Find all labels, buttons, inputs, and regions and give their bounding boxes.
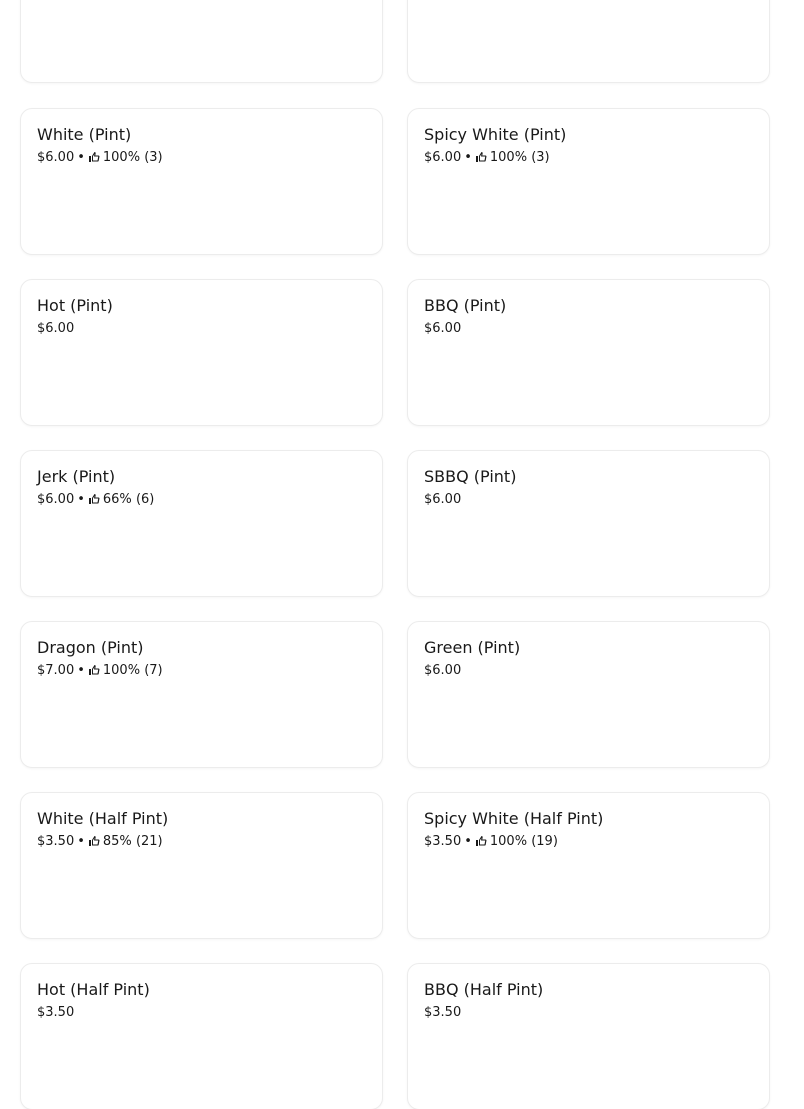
thumbs-up-icon xyxy=(88,493,100,505)
menu-item-card[interactable]: White (Half Pint) $3.50 • 85% (21) xyxy=(20,792,383,939)
menu-item-name: BBQ (Half Pint) xyxy=(424,980,544,999)
menu-item-meta: $6.00 xyxy=(424,320,757,338)
menu-item-price: $6.00 xyxy=(37,492,75,507)
thumbs-up-icon xyxy=(475,151,487,163)
menu-item-meta: $6.00 xyxy=(424,662,757,680)
menu-item-name: Hot (Half Pint) xyxy=(37,980,150,999)
menu-item-card[interactable] xyxy=(20,0,383,83)
menu-item-meta: $6.00 xyxy=(424,491,757,509)
menu-item-card[interactable]: Dragon (Pint) $7.00 • 100% (7) xyxy=(20,621,383,768)
menu-item-meta: $6.00 • 100% (3) xyxy=(424,149,757,167)
menu-item-price: $3.50 xyxy=(424,834,462,849)
rating-percent: 85% xyxy=(102,834,132,849)
menu-item-card[interactable]: Hot (Pint) $6.00 xyxy=(20,279,383,426)
separator-dot: • xyxy=(77,492,85,507)
menu-item-price: $6.00 xyxy=(424,492,462,507)
menu-item-meta: $7.00 • 100% (7) xyxy=(37,662,370,680)
menu-item-price: $6.00 xyxy=(424,150,462,165)
menu-item-meta: $6.00 xyxy=(37,320,370,338)
menu-item-name: Spicy White (Half Pint) xyxy=(424,809,604,828)
rating-percent: 100% xyxy=(489,150,528,165)
menu-item-price: $7.00 xyxy=(37,663,75,678)
menu-item-name: Green (Pint) xyxy=(424,638,521,657)
menu-item-card[interactable] xyxy=(407,0,770,83)
menu-item-name: Hot (Pint) xyxy=(37,296,113,315)
rating-percent: 66% xyxy=(102,492,132,507)
thumbs-up-icon xyxy=(475,835,487,847)
menu-item-meta: $3.50 • 85% (21) xyxy=(37,833,370,851)
rating-count: (3) xyxy=(144,150,163,165)
menu-item-price: $3.50 xyxy=(37,834,75,849)
rating-count: (21) xyxy=(135,834,163,849)
separator-dot: • xyxy=(464,834,472,849)
menu-item-card[interactable]: BBQ (Half Pint) $3.50 xyxy=(407,963,770,1109)
menu-item-name: Dragon (Pint) xyxy=(37,638,144,657)
menu-item-meta: $6.00 • 66% (6) xyxy=(37,491,370,509)
thumbs-up-icon xyxy=(88,835,100,847)
separator-dot: • xyxy=(77,834,85,849)
menu-item-name: Spicy White (Pint) xyxy=(424,125,567,144)
rating-count: (19) xyxy=(531,834,558,849)
menu-item-price: $3.50 xyxy=(424,1005,462,1020)
menu-item-name: Jerk (Pint) xyxy=(37,467,116,486)
thumbs-up-icon xyxy=(88,664,100,676)
rating-count: (6) xyxy=(135,492,155,507)
rating-percent: 100% xyxy=(489,834,528,849)
menu-item-price: $3.50 xyxy=(37,1005,75,1020)
menu-item-price: $6.00 xyxy=(37,150,75,165)
menu-item-name: White (Pint) xyxy=(37,125,132,144)
rating-percent: 100% xyxy=(102,150,141,165)
menu-item-name: SBBQ (Pint) xyxy=(424,467,517,486)
menu-item-card[interactable]: Spicy White (Half Pint) $3.50 • 100% (19) xyxy=(407,792,770,939)
menu-item-card[interactable]: Spicy White (Pint) $6.00 • 100% (3) xyxy=(407,108,770,255)
menu-item-card[interactable]: BBQ (Pint) $6.00 xyxy=(407,279,770,426)
menu-item-card[interactable]: Green (Pint) $6.00 xyxy=(407,621,770,768)
menu-item-price: $6.00 xyxy=(424,321,462,336)
thumbs-up-icon xyxy=(88,151,100,163)
separator-dot: • xyxy=(464,150,472,165)
rating-count: (7) xyxy=(144,663,163,678)
rating-percent: 100% xyxy=(102,663,141,678)
separator-dot: • xyxy=(77,150,85,165)
menu-item-price: $6.00 xyxy=(37,321,75,336)
menu-item-name: BBQ (Pint) xyxy=(424,296,507,315)
rating-count: (3) xyxy=(531,150,550,165)
menu-item-price: $6.00 xyxy=(424,663,462,678)
menu-item-meta: $3.50 xyxy=(424,1004,757,1022)
menu-item-card[interactable]: Hot (Half Pint) $3.50 xyxy=(20,963,383,1109)
menu-item-card[interactable]: Jerk (Pint) $6.00 • 66% (6) xyxy=(20,450,383,597)
menu-item-meta: $6.00 • 100% (3) xyxy=(37,149,370,167)
menu-item-meta: $3.50 xyxy=(37,1004,370,1022)
menu-item-name: White (Half Pint) xyxy=(37,809,169,828)
separator-dot: • xyxy=(77,663,85,678)
menu-item-card[interactable]: SBBQ (Pint) $6.00 xyxy=(407,450,770,597)
menu-item-meta: $3.50 • 100% (19) xyxy=(424,833,757,851)
menu-item-card[interactable]: White (Pint) $6.00 • 100% (3) xyxy=(20,108,383,255)
